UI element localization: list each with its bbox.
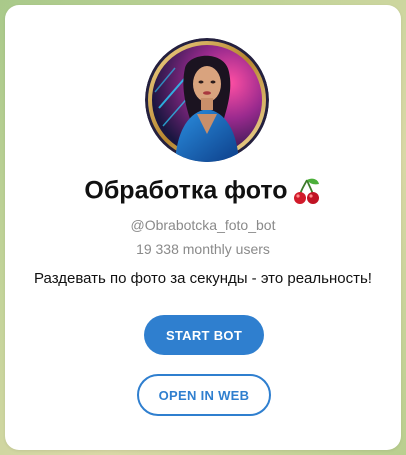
bot-avatar: [145, 38, 269, 162]
start-bot-button[interactable]: START BOT: [144, 315, 264, 355]
bot-username: @Obrabotcka_foto_bot: [130, 217, 276, 233]
bot-info-card: Обработка фото @Obrabotcka_foto_bot 19 3…: [5, 5, 401, 450]
open-in-web-button[interactable]: OPEN IN WEB: [137, 374, 271, 416]
bot-description: Раздевать по фото за секунды - это реаль…: [34, 270, 372, 287]
monthly-users-count: 19 338 monthly users: [136, 241, 270, 257]
bot-title-row: Обработка фото: [5, 176, 401, 206]
cherries-icon: [292, 176, 322, 206]
bot-name: Обработка фото: [84, 176, 288, 205]
